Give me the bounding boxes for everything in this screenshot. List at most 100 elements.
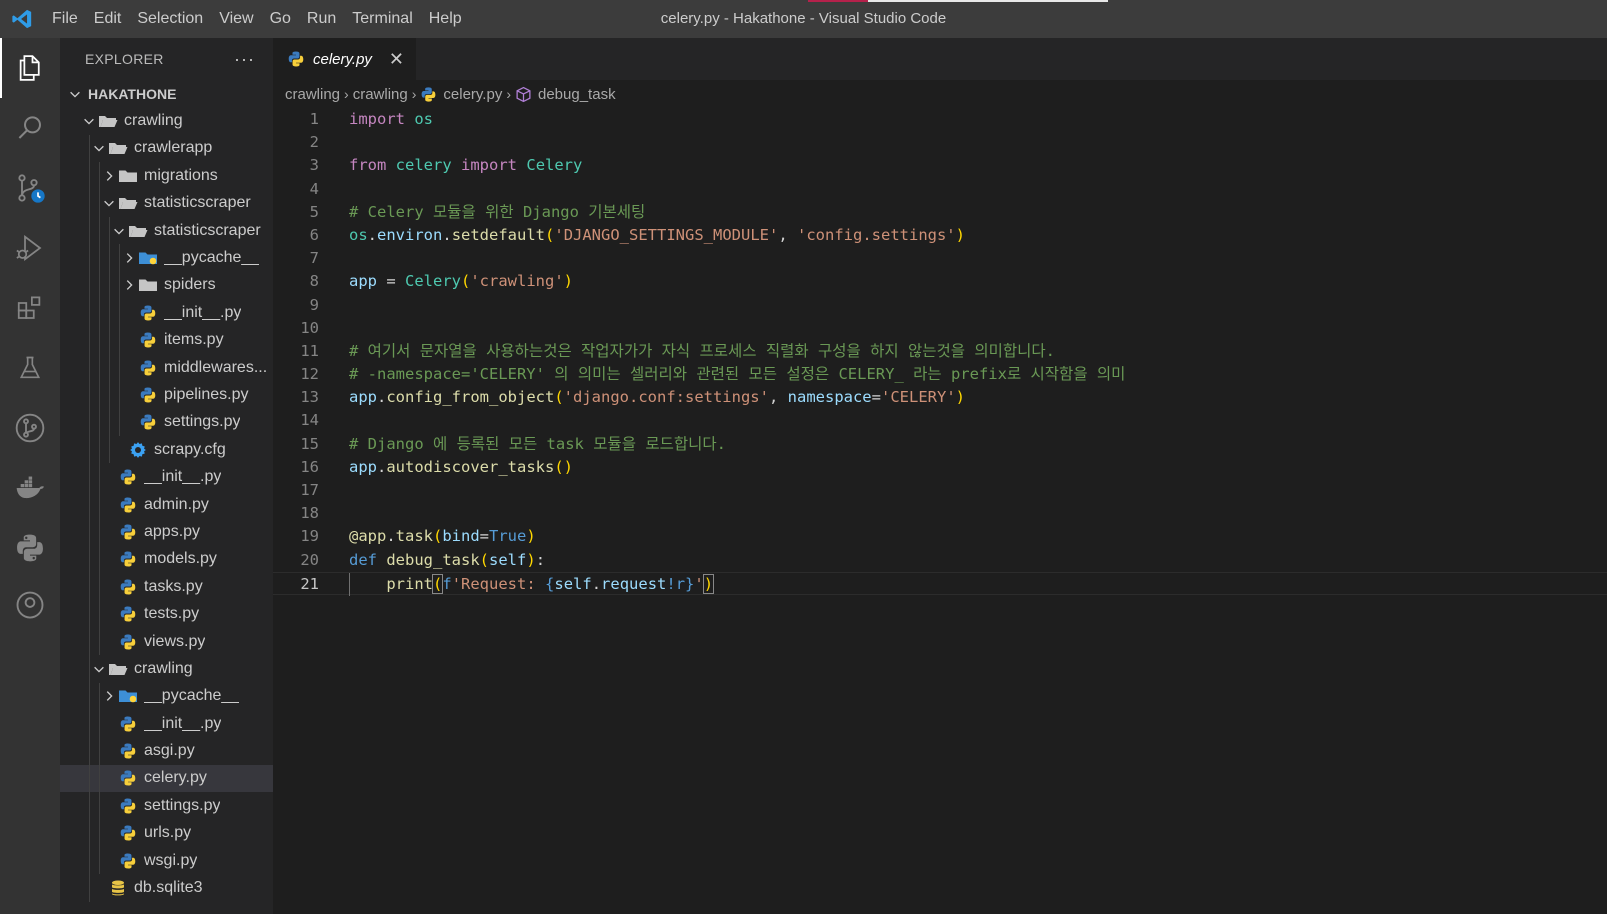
tree-file[interactable]: __init__.py: [60, 299, 273, 327]
git-graph-icon[interactable]: [0, 398, 60, 458]
menu-selection[interactable]: Selection: [129, 0, 211, 38]
docker-icon[interactable]: [0, 458, 60, 518]
tree-file[interactable]: settings.py: [60, 408, 273, 437]
python-icon[interactable]: [0, 518, 60, 578]
chevron-right-icon: [100, 687, 118, 705]
account-icon[interactable]: [0, 580, 60, 620]
code-line[interactable]: 7: [273, 247, 1607, 270]
python-file-icon: [118, 578, 138, 596]
tree-file[interactable]: views.py: [60, 627, 273, 656]
tree-folder[interactable]: statisticscraper: [60, 189, 273, 217]
tree-file[interactable]: __init__.py: [60, 709, 273, 738]
tree-file[interactable]: db.sqlite3: [60, 874, 273, 902]
tree-file[interactable]: items.py: [60, 326, 273, 354]
code-text: # -namespace='CELERY' 의 의미는 셀러리와 관련된 모든 …: [349, 363, 1125, 386]
code-line[interactable]: 6 os.environ.setdefault('DJANGO_SETTINGS_…: [273, 224, 1607, 247]
indent-guide: [89, 162, 90, 190]
indent-guide: [99, 545, 100, 574]
tree-file[interactable]: tasks.py: [60, 573, 273, 601]
code-line[interactable]: 4: [273, 178, 1607, 201]
menu-go[interactable]: Go: [262, 0, 299, 38]
tree-file[interactable]: models.py: [60, 545, 273, 574]
tree-file[interactable]: settings.py: [60, 792, 273, 820]
code-line[interactable]: 5 # Celery 모듈을 위한 Django 기본세팅: [273, 201, 1607, 224]
explorer-icon[interactable]: [0, 38, 60, 98]
code-token: debug_task: [386, 550, 480, 569]
code-token: True: [489, 527, 527, 546]
folder-open-icon: [108, 660, 128, 678]
tree-file[interactable]: asgi.py: [60, 737, 273, 765]
code-line[interactable]: 12 # -namespace='CELERY' 의 의미는 셀러리와 관련된 모…: [273, 363, 1607, 386]
code-text: # Celery 모듈을 위한 Django 기본세팅: [349, 201, 645, 224]
tree-file[interactable]: admin.py: [60, 490, 273, 519]
line-number: 5: [309, 202, 319, 221]
code-line[interactable]: 1 import os: [273, 108, 1607, 131]
code-line[interactable]: 18: [273, 502, 1607, 525]
tree-file[interactable]: __init__.py: [60, 463, 273, 491]
menu-run[interactable]: Run: [299, 0, 344, 38]
menu-help[interactable]: Help: [421, 0, 470, 38]
indent-guide: [89, 271, 90, 300]
tree-folder[interactable]: migrations: [60, 162, 273, 190]
more-actions-icon[interactable]: ···: [234, 49, 255, 70]
search-icon[interactable]: [0, 98, 60, 158]
tree-file[interactable]: wsgi.py: [60, 846, 273, 875]
tree-folder[interactable]: statisticscraper: [60, 216, 273, 245]
code-line[interactable]: 2: [273, 131, 1607, 154]
menu-file[interactable]: File: [44, 0, 86, 38]
indent-guide: [89, 408, 90, 437]
code-line[interactable]: 10: [273, 317, 1607, 340]
tree-folder[interactable]: spiders: [60, 271, 273, 300]
code-line[interactable]: 19 @app.task(bind=True): [273, 525, 1607, 548]
tree-folder[interactable]: crawlerapp: [60, 134, 273, 163]
code-line[interactable]: 16 app.autodiscover_tasks(): [273, 456, 1607, 479]
menu-edit[interactable]: Edit: [86, 0, 130, 38]
tree-file[interactable]: middlewares...: [60, 353, 273, 382]
code-editor[interactable]: 1 import os 2 3 from celery import Celery 4 5 #…: [273, 108, 1607, 596]
code-line[interactable]: 8 app = Celery('crawling'): [273, 270, 1607, 293]
breadcrumb-item[interactable]: crawling: [353, 86, 408, 103]
menu-view[interactable]: View: [211, 0, 261, 38]
code-line[interactable]: 13 app.config_from_object('django.conf:se…: [273, 386, 1607, 409]
tree-file[interactable]: pipelines.py: [60, 381, 273, 409]
workspace-root[interactable]: HAKATHONE: [60, 80, 273, 107]
tree-file[interactable]: tests.py: [60, 600, 273, 628]
menu-terminal[interactable]: Terminal: [344, 0, 420, 38]
tree-file[interactable]: urls.py: [60, 819, 273, 847]
code-token: Celery: [526, 156, 583, 175]
tree-folder[interactable]: __pycache__: [60, 682, 273, 710]
tree-folder[interactable]: crawling: [60, 107, 273, 134]
tab-celery-py[interactable]: celery.py ✕: [273, 38, 416, 80]
code-line[interactable]: 9: [273, 294, 1607, 317]
breadcrumb-item[interactable]: crawling: [285, 86, 340, 103]
indent-guide: [89, 545, 90, 574]
code-line[interactable]: 3 from celery import Celery: [273, 154, 1607, 177]
tree-folder[interactable]: crawling: [60, 655, 273, 683]
tree-item-label: __init__.py: [164, 303, 242, 321]
testing-icon[interactable]: [0, 338, 60, 398]
folder-icon: [118, 167, 138, 185]
python-file-icon: [287, 50, 305, 68]
code-line[interactable]: 14: [273, 409, 1607, 432]
tree-file[interactable]: apps.py: [60, 518, 273, 546]
breadcrumb-item[interactable]: celery.py: [420, 86, 502, 103]
breadcrumb-item[interactable]: debug_task: [515, 86, 616, 103]
indent-guide: [89, 518, 90, 546]
tree-file[interactable]: celery.py: [60, 764, 273, 793]
close-icon[interactable]: ✕: [389, 49, 404, 69]
extensions-icon[interactable]: [0, 278, 60, 338]
code-line[interactable]: 15 # Django 에 등록된 모든 task 모듈을 로드합니다.: [273, 433, 1607, 456]
code-text: app.config_from_object('django.conf:sett…: [349, 386, 965, 409]
tree-file[interactable]: scrapy.cfg: [60, 436, 273, 464]
code-line[interactable]: 20 def debug_task(self):: [273, 549, 1607, 572]
source-control-icon[interactable]: [0, 158, 60, 218]
code-line[interactable]: 17: [273, 479, 1607, 502]
code-line[interactable]: 11 # 여기서 문자열을 사용하는것은 작업자가가 자식 프로세스 직렬화 구성…: [273, 340, 1607, 363]
code-line[interactable]: 21 print(f'Request: {self.request!r}'): [273, 571, 1607, 596]
tree-folder[interactable]: __pycache__: [60, 244, 273, 272]
run-debug-icon[interactable]: [0, 218, 60, 278]
indent-guide: [109, 299, 110, 327]
